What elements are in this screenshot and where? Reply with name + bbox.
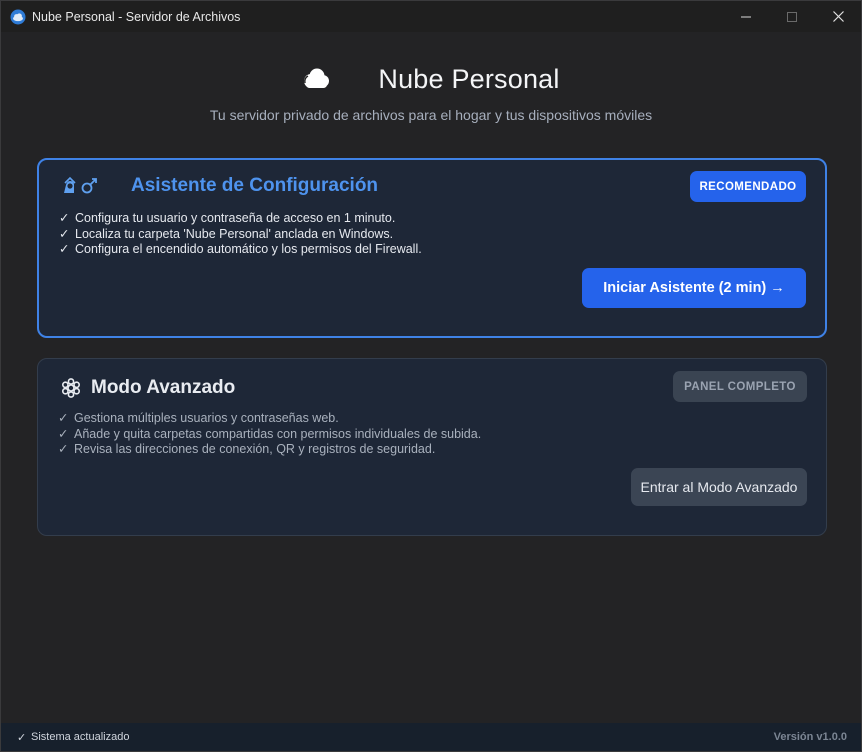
gear-icon <box>62 378 80 398</box>
maximize-icon <box>787 11 797 22</box>
check-icon: ✓ <box>59 211 70 225</box>
check-icon: ✓ <box>59 242 70 256</box>
app-title: Nube Personal <box>378 63 560 94</box>
maximize-button[interactable] <box>769 1 815 32</box>
close-icon <box>832 11 844 22</box>
advanced-mode-card[interactable]: Modo Avanzado PANEL COMPLETO ✓ Gestiona m… <box>37 358 827 536</box>
minimize-icon <box>741 16 751 17</box>
status-text: Sistema actualizado <box>31 730 130 743</box>
check-icon: ✓ <box>58 442 69 456</box>
list-item: ✓ Configura el encendido automático y los… <box>59 242 422 256</box>
recommended-badge: RECOMENDADO <box>690 171 806 202</box>
cloud-app-icon <box>10 9 26 24</box>
status-message: ✓ Sistema actualizado <box>17 731 129 744</box>
title-bar[interactable]: Nube Personal - Servidor de Archivos <box>1 1 861 32</box>
cloud-icon <box>304 68 330 88</box>
setup-wizard-icon <box>64 176 97 194</box>
advanced-mode-title: Modo Avanzado <box>91 377 236 398</box>
list-item: ✓ Revisa las direcciones de conexión, QR … <box>58 442 436 456</box>
app-window: Nube Personal - Servidor de Archivos Nub… <box>0 0 862 752</box>
setup-wizard-title: Asistente de Configuración <box>131 175 379 196</box>
status-bar: ✓ Sistema actualizado Versión v1.0.0 <box>1 723 861 751</box>
close-button[interactable] <box>815 1 861 32</box>
list-item: ✓ Gestiona múltiples usuarios y contraseñ… <box>58 411 339 425</box>
setup-wizard-feature-list: ✓ Configura tu usuario y contraseña de ac… <box>59 211 422 258</box>
check-icon: ✓ <box>17 731 27 744</box>
window-title: Nube Personal - Servidor de Archivos <box>32 9 241 24</box>
enter-advanced-mode-button[interactable]: Entrar al Modo Avanzado <box>631 468 807 506</box>
check-icon: ✓ <box>58 411 69 425</box>
app-subtitle: Tu servidor privado de archivos para el … <box>209 107 653 123</box>
minimize-button[interactable] <box>723 1 769 32</box>
start-wizard-button[interactable]: Iniciar Asistente (2 min) → <box>582 268 806 308</box>
advanced-mode-feature-list: ✓ Gestiona múltiples usuarios y contraseñ… <box>58 411 481 458</box>
version-label: Versión v1.0.0 <box>773 731 847 743</box>
check-icon: ✓ <box>59 226 70 241</box>
full-panel-badge: PANEL COMPLETO <box>673 371 807 402</box>
header: Nube Personal Tu servidor privado de arc… <box>1 59 861 124</box>
list-item: ✓ Añade y quita carpetas compartidas con … <box>58 426 482 441</box>
window-controls <box>723 1 861 32</box>
list-item: ✓ Configura tu usuario y contraseña de ac… <box>59 211 396 225</box>
list-item: ✓ Localiza tu carpeta 'Nube Personal' anc… <box>59 226 394 241</box>
check-icon: ✓ <box>58 426 69 441</box>
setup-wizard-card[interactable]: Asistente de Configuración RECOMENDADO ✓… <box>37 158 827 338</box>
